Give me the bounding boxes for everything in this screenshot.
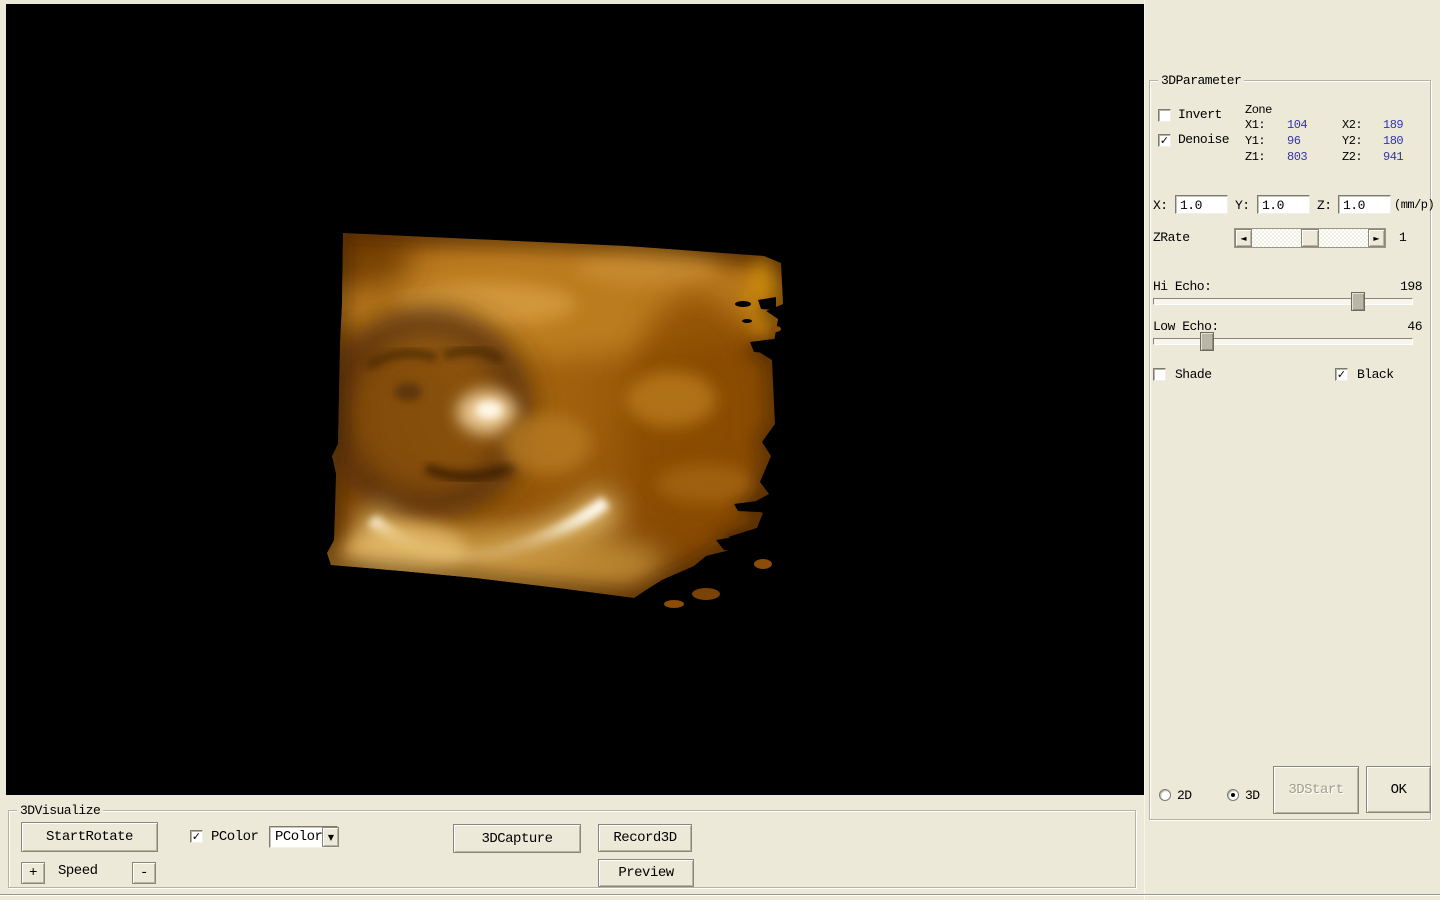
- scale-y-input[interactable]: [1257, 195, 1310, 214]
- black-checkbox[interactable]: ✓: [1335, 368, 1348, 381]
- check-icon: ✓: [191, 829, 202, 843]
- zrate-scrollbar-track[interactable]: [1252, 229, 1368, 247]
- zrate-value: 1: [1399, 230, 1407, 245]
- low-echo-slider[interactable]: [1153, 332, 1413, 351]
- scale-y-label: Y:: [1235, 198, 1250, 213]
- pcolor-dropdown-button[interactable]: ▼: [322, 827, 340, 847]
- visualize-panel: 3DVisualize StartRotate ✓ PColor PColor …: [0, 795, 1144, 900]
- speed-plus-button[interactable]: +: [21, 862, 45, 884]
- speed-minus-button[interactable]: -: [132, 862, 156, 884]
- check-icon: ✓: [1159, 133, 1170, 147]
- application-window: { "colors": { "panel_bg": "#ece9d8", "va…: [0, 0, 1440, 900]
- black-label: Black: [1357, 367, 1394, 382]
- zone-y1-value: 96: [1287, 134, 1301, 148]
- scroll-left-icon: ◄: [1240, 233, 1247, 243]
- hi-echo-label: Hi Echo:: [1153, 279, 1212, 294]
- scale-unit-label: (mm/p): [1394, 198, 1435, 212]
- zone-z2-label: Z2:: [1342, 150, 1363, 164]
- parameter-groupbox: 3DParameter Invert ✓ Denoise Zone X1: 10…: [1149, 73, 1435, 820]
- mode-2d-label: 2D: [1177, 788, 1192, 803]
- hi-echo-slider-thumb[interactable]: [1351, 292, 1365, 311]
- radio-dot-icon: [1231, 793, 1235, 797]
- low-echo-slider-thumb[interactable]: [1200, 332, 1214, 351]
- invert-label: Invert: [1178, 107, 1222, 122]
- zone-x2-value: 189: [1383, 118, 1404, 132]
- check-icon: ✓: [1336, 367, 1347, 381]
- zone-title: Zone: [1245, 103, 1272, 117]
- pcolor-label: PColor: [211, 829, 259, 845]
- start3d-button[interactable]: 3DStart: [1273, 766, 1359, 814]
- ok-button[interactable]: OK: [1366, 766, 1431, 813]
- scale-x-label: X:: [1153, 198, 1168, 213]
- hi-echo-slider[interactable]: [1153, 292, 1413, 311]
- zrate-label: ZRate: [1153, 230, 1190, 245]
- invert-checkbox[interactable]: [1158, 109, 1171, 122]
- mode-3d-radio[interactable]: [1227, 789, 1239, 801]
- zrate-scrollbar-thumb[interactable]: [1301, 229, 1319, 247]
- zone-x1-label: X1:: [1245, 118, 1266, 132]
- zrate-scrollbar: ◄ ►: [1234, 228, 1386, 248]
- denoise-label: Denoise: [1178, 132, 1230, 147]
- zrate-scroll-left-button[interactable]: ◄: [1235, 229, 1252, 247]
- low-echo-value: 46: [1407, 319, 1422, 334]
- render-viewport[interactable]: [6, 4, 1144, 795]
- pcolor-selected-value: PColor: [275, 829, 323, 845]
- zone-z2-value: 941: [1383, 150, 1404, 164]
- zone-x1-value: 104: [1287, 118, 1308, 132]
- shade-checkbox[interactable]: [1153, 368, 1166, 381]
- mode-2d-radio[interactable]: [1159, 789, 1171, 801]
- scale-z-input[interactable]: [1338, 195, 1391, 214]
- pcolor-select[interactable]: PColor ▼: [269, 826, 340, 848]
- preview-button[interactable]: Preview: [598, 859, 694, 887]
- chevron-down-icon: ▼: [327, 832, 334, 842]
- scale-z-label: Z:: [1317, 198, 1332, 213]
- zrate-scroll-right-button[interactable]: ►: [1368, 229, 1385, 247]
- zone-z1-value: 803: [1287, 150, 1308, 164]
- mode-3d-label: 3D: [1245, 788, 1260, 803]
- parameter-panel: 3DParameter Invert ✓ Denoise Zone X1: 10…: [1144, 0, 1440, 900]
- scroll-right-icon: ►: [1373, 233, 1380, 243]
- parameter-group-title: 3DParameter: [1158, 73, 1245, 88]
- visualize-group-title: 3DVisualize: [17, 803, 104, 818]
- zone-y2-value: 180: [1383, 134, 1404, 148]
- ultrasound-render: [327, 233, 796, 608]
- capture3d-button[interactable]: 3DCapture: [453, 824, 581, 853]
- window-bottom-edge: [0, 894, 1440, 896]
- shade-label: Shade: [1175, 367, 1212, 382]
- denoise-checkbox[interactable]: ✓: [1158, 134, 1171, 147]
- pcolor-checkbox[interactable]: ✓: [190, 830, 203, 843]
- zone-y2-label: Y2:: [1342, 134, 1363, 148]
- zone-x2-label: X2:: [1342, 118, 1363, 132]
- zone-z1-label: Z1:: [1245, 150, 1266, 164]
- scale-x-input[interactable]: [1175, 195, 1228, 214]
- start-rotate-button[interactable]: StartRotate: [21, 822, 158, 852]
- zone-y1-label: Y1:: [1245, 134, 1266, 148]
- record3d-button[interactable]: Record3D: [598, 824, 692, 852]
- speed-label: Speed: [58, 863, 98, 879]
- visualize-groupbox: 3DVisualize StartRotate ✓ PColor PColor …: [8, 803, 1136, 888]
